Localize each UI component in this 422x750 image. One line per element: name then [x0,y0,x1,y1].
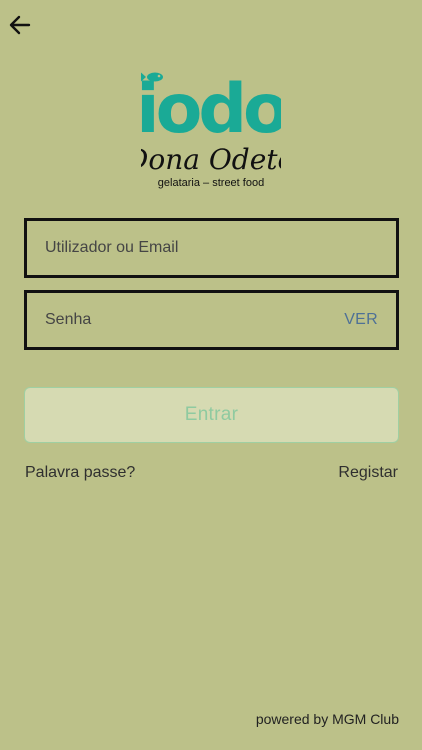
arrow-left-icon [9,15,31,35]
brand-logo: iodo Dona Odete gelataria – street food [0,70,422,190]
powered-by-footer: powered by MGM Club [255,711,399,727]
forgot-password-link[interactable]: Palavra passe? [25,464,135,482]
register-link[interactable]: Registar [338,464,398,482]
password-input[interactable] [45,311,345,329]
login-button[interactable]: Entrar [24,387,399,443]
username-field[interactable] [24,218,399,278]
brand-name: Dona Odete [141,143,281,176]
show-password-button[interactable]: VER [344,311,378,329]
password-field[interactable]: VER [24,290,399,350]
brand-tagline: gelataria – street food [158,177,264,189]
logo-artwork: iodo Dona Odete gelataria – street food [141,70,281,189]
username-input[interactable] [45,239,378,257]
brand-wordmark: iodo [141,70,281,149]
back-button[interactable] [6,10,34,40]
